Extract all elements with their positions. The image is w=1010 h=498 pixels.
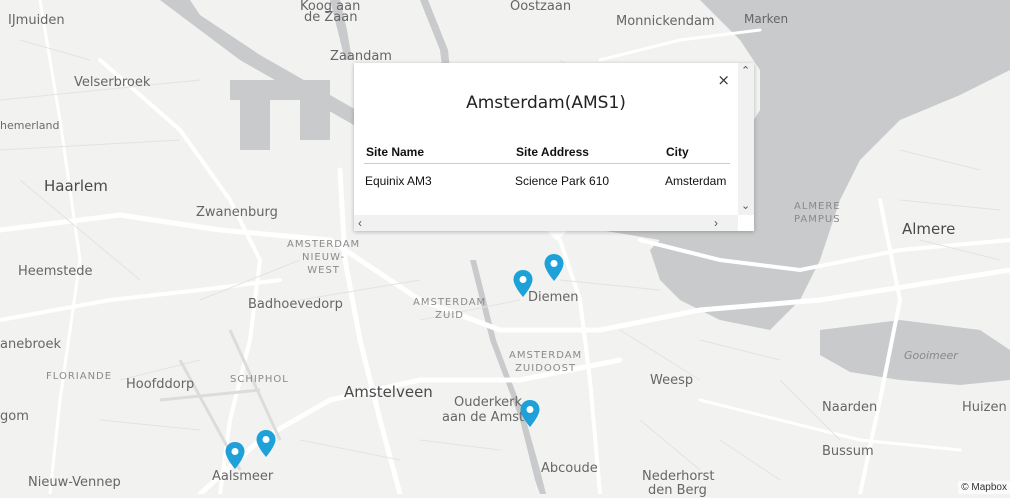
table-row: Equinix AM3 Science Park 610 Amsterdam: [364, 164, 730, 193]
map-label-bussum: Bussum: [822, 444, 874, 459]
map-label-zuidoost: AMSTERDAM ZUIDOOST: [509, 350, 583, 374]
map-marker-pin-icon[interactable]: [520, 400, 540, 428]
map-label-schiphol: SCHIPHOL: [230, 374, 289, 385]
map-label-hoofddorp: Hoofddorp: [126, 377, 195, 392]
map-label-ouderkerk: Ouderkerk: [454, 395, 523, 410]
map-label-hoofddorp-west: gom: [0, 409, 29, 424]
map-label-amstelveen: Amstelveen: [344, 383, 433, 401]
map-marker-pin-icon[interactable]: [544, 254, 564, 282]
map-label-oostzaan: Oostzaan: [510, 0, 572, 14]
map-label-de-zaan: de Zaan: [304, 10, 358, 25]
popup-tip: [547, 231, 567, 241]
map-label-haarlemmerliede: hemerland: [0, 119, 60, 132]
map-label-almere-pampus: ALMERE PAMPUS: [794, 201, 841, 225]
map-label-nederhorst: Nederhorst: [642, 469, 715, 484]
map-marker-pin-icon[interactable]: [225, 442, 245, 470]
vertical-scrollbar[interactable]: ⌃ ⌄: [738, 63, 754, 215]
sites-table: Site Name Site Address City Equinix AM3 …: [364, 143, 730, 192]
site-popup: × Amsterdam(AMS1) Site Name Site Address…: [354, 63, 754, 231]
column-header-site-name: Site Name: [364, 143, 514, 164]
map-label-zuid: AMSTERDAM ZUID: [413, 297, 487, 321]
map-label-diemen: Diemen: [528, 290, 579, 305]
map-label-heemstede: Heemstede: [18, 264, 93, 279]
cell-city: Amsterdam: [665, 174, 727, 188]
map-label-den-berg: den Berg: [648, 483, 707, 498]
cell-site-name: Equinix AM3: [365, 174, 432, 188]
scroll-down-icon[interactable]: ⌄: [741, 201, 750, 212]
map-label-almere: Almere: [902, 220, 956, 238]
map-label-floriande: FLORIANDE: [46, 371, 113, 382]
popup-title: Amsterdam(AMS1): [466, 93, 626, 113]
map-label-zaandam: Zaandam: [330, 49, 392, 64]
map-label-gooimeer: Gooimeer: [904, 349, 958, 362]
column-header-site-address: Site Address: [514, 143, 664, 164]
map-label-naarden: Naarden: [822, 400, 878, 415]
map-label-marken: Marken: [744, 12, 789, 26]
map-attribution[interactable]: © Mapbox: [958, 481, 1010, 494]
map-label-abcoude: Abcoude: [541, 461, 598, 476]
map-label-badhoevedorp: Badhoevedorp: [248, 297, 343, 312]
scroll-left-icon[interactable]: ‹: [358, 217, 362, 229]
map-label-nieuw-west: AMSTERDAM NIEUW- WEST: [287, 239, 361, 276]
map-label-aalsmeer: Aalsmeer: [212, 469, 274, 484]
map-label-ijmuiden: IJmuiden: [8, 13, 65, 28]
map-marker-pin-icon[interactable]: [256, 430, 276, 458]
close-icon[interactable]: ×: [717, 71, 730, 89]
map-label-haarlem: Haarlem: [44, 177, 108, 195]
map-label-monnickendam: Monnickendam: [616, 14, 715, 29]
scroll-up-icon[interactable]: ⌃: [741, 66, 750, 77]
cell-site-address: Science Park 610: [515, 174, 610, 188]
map-label-anebroek: anebroek: [0, 337, 61, 352]
map-label-weesp: Weesp: [650, 373, 694, 388]
table-header-row: Site Name Site Address City: [364, 143, 730, 164]
map-marker-pin-icon[interactable]: [513, 270, 533, 298]
horizontal-scrollbar[interactable]: ‹ ›: [354, 215, 738, 231]
map-label-velserbroek: Velserbroek: [74, 75, 151, 90]
scroll-right-icon[interactable]: ›: [714, 217, 718, 229]
column-header-city: City: [664, 143, 730, 164]
map-label-nieuw-vennep: Nieuw-Vennep: [28, 475, 121, 490]
map-label-zwanenburg: Zwanenburg: [196, 205, 278, 220]
map-label-huizen: Huizen: [962, 400, 1007, 415]
